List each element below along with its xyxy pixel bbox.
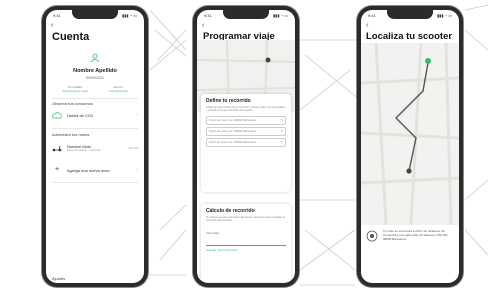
signal-icon: ▮▮▮ ◔ ▭ [436, 13, 452, 18]
scooter-item[interactable]: Nombre Moto Datos del scooter · matrícul… [52, 144, 138, 152]
location-target-icon [366, 230, 378, 242]
status-time: 9:41 [53, 13, 61, 18]
route-card: Define tu recorrido Añade las direccione… [201, 94, 291, 192]
signal-icon: ▮▮▮ ◔ ▭ [121, 13, 137, 18]
calc-card-desc: Te ofrecemos una estimación del tiempo n… [206, 216, 286, 223]
add-scooter-item[interactable]: + Agrega una nueva moto › [52, 166, 138, 174]
stat-ahorro: Ahorro CO2 ahorrado [109, 85, 128, 93]
route-card-title: Define tu recorrido [206, 98, 251, 104]
impact-item[interactable]: Huella de CO2 › [52, 111, 138, 119]
stop-field-text: Punto de Inicio: Av. 200000 Barcelona [209, 118, 257, 123]
divider [52, 98, 138, 99]
page-title: Cuenta [52, 31, 90, 43]
page-title: Localiza tu scooter [366, 31, 453, 42]
stop-field-1[interactable]: Punto de Inicio: Av. 200000 Barcelona ✎ [206, 115, 286, 125]
plus-icon: + [54, 166, 60, 173]
section-impact: Observa tus consumos [52, 101, 93, 106]
calc-card-title: Cálculo de recorrido [206, 208, 255, 214]
stat-value: CO2 ahorrado [108, 89, 128, 93]
user-date: 00/00/2021 [86, 76, 104, 80]
scooter-sub: Datos del scooter · matrícula [67, 149, 101, 152]
back-icon[interactable]: ‹ [202, 22, 204, 29]
notch [387, 10, 433, 19]
section-settings[interactable]: Ajustes [52, 276, 65, 281]
stop-field-3[interactable]: Punto de Inicio: Av. 000000 Barcelona ✎ [206, 137, 286, 147]
chevron-right-icon: › [136, 112, 138, 118]
notch [223, 10, 269, 19]
signal-icon: ▮▮▮ ◔ ▭ [272, 13, 288, 18]
edit-icon: ✎ [280, 118, 283, 123]
divider [52, 128, 138, 129]
locate-screen: 9:41 ▮▮▮ ◔ ▭ ‹ Localiza tu scooter Tu mo… [361, 10, 459, 283]
divider [52, 182, 138, 183]
section-scooters: Administra tus motos [52, 132, 90, 137]
speed-label: Velocidad [206, 230, 220, 235]
chevron-right-icon: › [136, 167, 138, 173]
stat-value: Recorridos en total [62, 89, 88, 93]
stop-field-text: Punto de Inicio: Av. 140000 Barcelona [209, 129, 257, 134]
status-time: 9:41 [368, 13, 376, 18]
stats-row: Km totales Recorridos en total Ahorro CO2 … [52, 85, 138, 93]
trip-screen: 9:41 ▮▮▮ ◔ ▭ ‹ Programar viaje Define tu… [197, 10, 295, 283]
stop-field-2[interactable]: Punto de Inicio: Av. 140000 Barcelona ✎ [206, 126, 286, 136]
phone-locate: 9:41 ▮▮▮ ◔ ▭ ‹ Localiza tu scooter Tu mo… [357, 6, 463, 287]
back-icon[interactable]: ‹ [51, 22, 53, 29]
status-time: 9:41 [204, 13, 212, 18]
impact-label: Huella de CO2 [67, 112, 94, 118]
back-icon[interactable]: ‹ [366, 22, 368, 29]
add-scooter-label: Agrega una nueva moto [67, 167, 110, 173]
user-name: Nombre Apellido [73, 68, 117, 74]
save-route-link[interactable]: Guardar ruta en favoritos [206, 248, 286, 252]
edit-icon: ✎ [280, 129, 283, 134]
stat-km: Km totales Recorridos en total [62, 85, 87, 93]
speed-input-line[interactable] [206, 244, 286, 246]
user-icon [90, 53, 100, 63]
scooter-text: Nombre Moto Datos del scooter · matrícul… [67, 144, 100, 152]
stop-field-text: Punto de Inicio: Av. 000000 Barcelona [209, 140, 257, 145]
edit-icon: ✎ [280, 140, 283, 145]
phone-trip: 9:41 ▮▮▮ ◔ ▭ ‹ Programar viaje Define tu… [193, 6, 299, 287]
route-map[interactable] [361, 43, 459, 225]
scooter-info-text: Tu moto se encuentra a 247m de distancia… [383, 229, 449, 241]
phone-account: 9:41 ▮▮▮ ◔ ▭ ‹ Cuenta Nombre Apellido 00… [42, 6, 148, 287]
scooter-icon [52, 145, 62, 152]
cloud-icon [52, 112, 62, 119]
calc-card: Cálculo de recorrido Te ofrecemos una es… [201, 204, 291, 282]
scooter-info: Tu moto se encuentra a 247m de distancia… [366, 229, 454, 242]
notch [72, 10, 118, 19]
route-card-desc: Añade las direcciones de tu recorrido, i… [206, 106, 285, 113]
account-screen: 9:41 ▮▮▮ ◔ ▭ ‹ Cuenta Nombre Apellido 00… [46, 10, 144, 283]
scooter-tag[interactable]: Ver más [128, 147, 138, 150]
